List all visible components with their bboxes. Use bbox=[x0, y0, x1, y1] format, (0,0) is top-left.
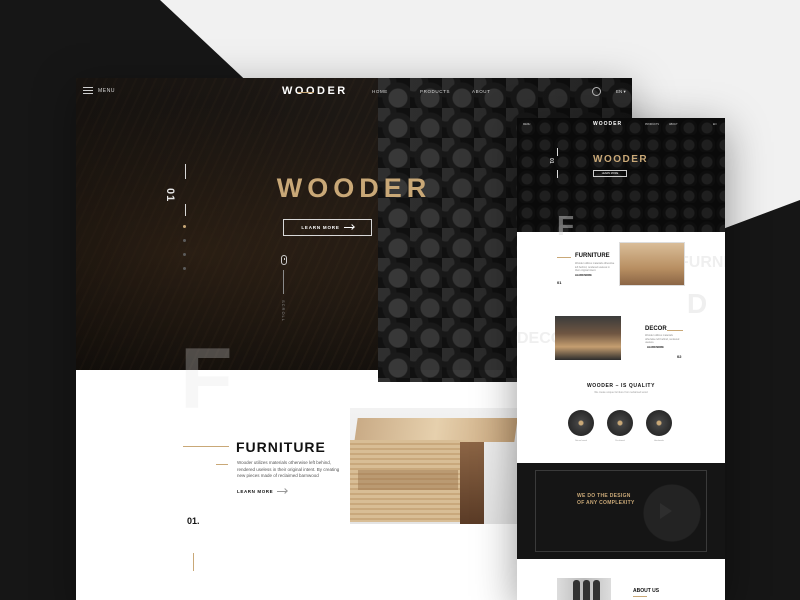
side-decor-learn-more[interactable]: LEARN MORE bbox=[647, 346, 664, 349]
slide-dot-2[interactable] bbox=[183, 239, 186, 242]
scroll-label: SCROLL bbox=[281, 300, 286, 323]
about-title: ABOUT US bbox=[633, 588, 660, 594]
furniture-description: Wooder utilizes materials otherwise left… bbox=[237, 460, 340, 478]
arrow-right-icon bbox=[277, 491, 288, 492]
furniture-table-image bbox=[350, 408, 522, 524]
side-slide-line bbox=[557, 170, 558, 178]
gold-vertical-line bbox=[193, 553, 194, 571]
side-slide-number: 01 bbox=[548, 158, 554, 164]
side-bg-text-furniture: FURNITU bbox=[679, 254, 725, 271]
team-member bbox=[573, 580, 580, 600]
section-bg-letter: F bbox=[180, 331, 233, 427]
side-furniture-text: Wooder utilizes materials otherwise left… bbox=[575, 262, 615, 272]
design-title-line-1: WE DO THE DESIGN bbox=[577, 493, 631, 499]
logo-accent-line bbox=[298, 92, 314, 93]
side-logo[interactable]: WOODER bbox=[593, 121, 622, 127]
side-section-number-1: 01 bbox=[557, 280, 562, 285]
quality-subtitle: We create unique furniture from reclaime… bbox=[594, 391, 648, 394]
quality-title: WOODER – IS QUALITY bbox=[586, 383, 656, 389]
about-gold-divider bbox=[633, 596, 647, 597]
side-lang[interactable]: EN bbox=[713, 123, 716, 126]
design-frame bbox=[535, 470, 707, 552]
gold-divider-short bbox=[216, 464, 228, 465]
gold-divider bbox=[183, 446, 229, 447]
side-furniture-title: FURNITURE bbox=[575, 253, 610, 259]
slide-dot-3[interactable] bbox=[183, 253, 186, 256]
learn-more-label: LEARN MORE bbox=[237, 489, 274, 494]
design-title: WE DO THE DESIGN OF ANY COMPLEXITY bbox=[577, 493, 635, 507]
side-decor-text: Wooder utilizes materials otherwise left… bbox=[645, 334, 680, 344]
side-learn-more-label: LEARN MORE bbox=[601, 172, 619, 175]
quality-label-3: Handmade bbox=[654, 440, 664, 442]
search-icon[interactable] bbox=[592, 87, 601, 96]
learn-more-label: LEARN MORE bbox=[301, 225, 340, 230]
language-selector[interactable]: EN ▾ bbox=[616, 89, 626, 95]
quality-circle-2 bbox=[607, 410, 633, 436]
side-slide-line bbox=[557, 148, 558, 156]
side-gold-divider bbox=[667, 330, 683, 331]
side-menu[interactable]: MENU bbox=[523, 123, 530, 126]
slide-dot-4[interactable] bbox=[183, 267, 186, 270]
side-decor-image bbox=[555, 316, 621, 360]
side-nav-products[interactable]: PRODUCTS bbox=[645, 123, 659, 126]
mouse-scroll-icon[interactable] bbox=[281, 255, 287, 265]
side-bg-letter-d: D bbox=[687, 288, 708, 319]
learn-more-button[interactable]: LEARN MORE bbox=[283, 219, 372, 236]
table-shelf bbox=[358, 470, 458, 490]
hamburger-icon bbox=[83, 87, 93, 94]
menu-label: MENU bbox=[98, 87, 116, 94]
slide-line bbox=[185, 204, 186, 216]
side-decor-title: DECOR bbox=[645, 326, 667, 332]
side-furniture-image bbox=[619, 242, 685, 286]
quality-label-1: Natural wood bbox=[575, 440, 587, 442]
nav-link-products[interactable]: PRODUCTS bbox=[420, 89, 450, 94]
table-top bbox=[354, 418, 518, 442]
nav-link-home[interactable]: HOME bbox=[372, 89, 388, 94]
menu-button[interactable]: MENU bbox=[83, 87, 115, 94]
slide-dot-1[interactable] bbox=[183, 225, 186, 228]
side-hero-title: WOODER bbox=[593, 154, 649, 165]
side-learn-more-button[interactable]: LEARN MORE bbox=[593, 170, 627, 177]
side-nav-about[interactable]: ABOUT bbox=[669, 123, 678, 126]
nav-link-about[interactable]: ABOUT bbox=[472, 89, 491, 94]
side-furniture-learn-more[interactable]: LEARN MORE bbox=[575, 274, 592, 277]
design-title-line-2: OF ANY COMPLEXITY bbox=[577, 500, 635, 506]
logo[interactable]: WOODER bbox=[282, 85, 348, 97]
team-member bbox=[593, 580, 600, 600]
quality-label-2: Reclaimed bbox=[615, 440, 625, 442]
furniture-title: FURNITURE bbox=[236, 439, 326, 455]
team-member bbox=[583, 580, 590, 600]
side-bg-letter-f: F bbox=[557, 210, 575, 241]
quality-circle-1 bbox=[568, 410, 594, 436]
side-section-number-2: 02 bbox=[677, 354, 682, 359]
arrow-right-icon bbox=[343, 227, 354, 228]
scroll-line bbox=[283, 270, 284, 294]
quality-circle-3 bbox=[646, 410, 672, 436]
section-number: 01. bbox=[187, 516, 200, 526]
table-side bbox=[460, 442, 484, 524]
secondary-mockup: MENU WOODER PRODUCTS ABOUT EN 01 WOODER … bbox=[517, 118, 725, 600]
furniture-learn-more-link[interactable]: LEARN MORE bbox=[237, 489, 288, 494]
play-icon[interactable] bbox=[660, 503, 672, 519]
side-gold-divider bbox=[557, 257, 571, 258]
